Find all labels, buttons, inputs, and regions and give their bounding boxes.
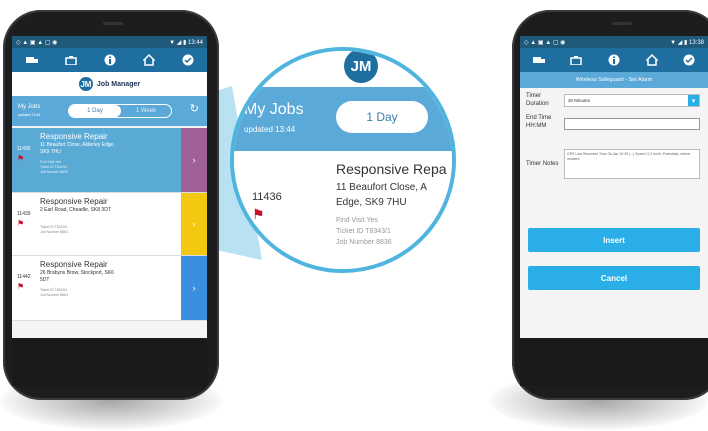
tab-1day[interactable]: 1 Day <box>69 105 121 117</box>
job-manager-logo: JM <box>344 51 378 83</box>
jobs-title: My Jobs <box>18 104 41 110</box>
job-title: Responsive Repair <box>40 132 108 141</box>
alarm-title: Wireless Safeguard - Set Alarm <box>520 72 708 88</box>
job-row[interactable]: 11439 ⚑ Responsive Repair 2 Earl Road, C… <box>12 193 207 256</box>
truck-icon[interactable] <box>532 54 545 67</box>
timer-notes-textarea[interactable]: GPS Last Recorded Time 06-Jan 10:36 (...… <box>564 149 700 179</box>
job-row[interactable]: 11436 ⚑ Responsive Repair 11 Beaufort Cl… <box>12 128 207 193</box>
zoom-job-address: 11 Beaufort Close, A <box>336 182 427 193</box>
zoom-brand: JM <box>234 51 452 87</box>
job-number: 11436 <box>17 146 31 152</box>
timer-duration-value: 30 Minutes <box>568 98 591 103</box>
status-bar: ◇ ▲ ▣ ▲ ▢ ◉ ▼ ◢ ▮ 13:44 <box>12 36 207 48</box>
flag-icon: ⚑ <box>252 206 265 222</box>
navigation-bar <box>520 338 708 386</box>
zoom-jobs-header: My Jobs updated 13:44 1 Day <box>234 87 452 151</box>
jobs-header: My Jobs updated 13:44 1 Day 1 Week ↻ <box>12 96 207 126</box>
insert-button[interactable]: Insert <box>528 228 700 252</box>
zoom-jobs-updated: updated 13:44 <box>244 125 296 134</box>
job-meta: Ticket ID T8343/1 Job Number 8863 <box>40 288 68 298</box>
timer-notes-label: Timer Notes <box>526 161 559 167</box>
zoom-job-title: Responsive Repa <box>336 161 447 177</box>
info-icon[interactable] <box>607 54 620 67</box>
zoom-meta-line: Find Visit Yes <box>336 217 378 224</box>
timer-duration-select[interactable]: 30 Minutes ▾ <box>564 94 700 107</box>
job-meta-line: Job Number 8836 <box>40 170 68 174</box>
job-meta: Find Visit Yes Ticket ID T8343/1 Job Num… <box>40 160 68 175</box>
truck-icon[interactable] <box>25 54 38 67</box>
job-number: 11439 <box>17 211 31 217</box>
brand-header: JM Job Manager <box>12 72 207 96</box>
phone-right: ◇ ▲ ▣ ▲ ▢ ◉ ▼ ◢ ▮ 13:38 Wireless Safegua… <box>512 10 708 400</box>
chevron-right-icon[interactable]: › <box>181 128 207 192</box>
status-left-icons: ◇ ▲ ▣ ▲ ▢ ◉ <box>524 39 566 46</box>
job-title: Responsive Repair <box>40 260 108 269</box>
navigation-bar <box>12 338 207 386</box>
zoom-meta-line: Ticket ID T8343/1 <box>336 228 391 235</box>
job-address: 26 Brabyns Brow, Stockport, SK6 5DT <box>40 270 114 283</box>
brand-name: Job Manager <box>96 80 141 88</box>
zoom-job-number: 11436 <box>252 191 282 203</box>
job-address: 11 Beaufort Close, Alderley Edge, SK9 7H… <box>40 142 115 155</box>
status-left-icons: ◇ ▲ ▣ ▲ ▢ ◉ <box>16 39 58 46</box>
flag-icon: ⚑ <box>17 219 25 228</box>
cancel-button[interactable]: Cancel <box>528 266 700 290</box>
jobs-updated: updated 13:44 <box>18 113 41 117</box>
info-icon[interactable] <box>103 54 116 67</box>
zoom-jobs-title: My Jobs <box>244 101 304 118</box>
zoom-tab-1day[interactable]: 1 Day <box>336 101 428 133</box>
job-manager-logo: JM <box>78 77 93 91</box>
flag-icon: ⚑ <box>17 282 25 291</box>
check-icon[interactable] <box>181 54 194 67</box>
zoom-job-meta: Find Visit Yes Ticket ID T8343/1 Job Num… <box>336 215 392 248</box>
chevron-right-icon[interactable]: › <box>181 256 207 320</box>
chevron-right-icon[interactable]: › <box>181 193 207 255</box>
speaker-grille <box>103 22 123 25</box>
chevron-down-icon[interactable]: ▾ <box>688 95 699 106</box>
zoom-meta-line: Job Number 8836 <box>336 239 392 246</box>
end-time-input[interactable] <box>564 118 700 130</box>
status-right: ▼ ◢ ▮ 13:44 <box>169 39 203 46</box>
zoom-magnifier: JM My Jobs updated 13:44 1 Day 11436 ⚑ R… <box>230 47 456 273</box>
job-meta-line: Job Number 8863 <box>40 293 68 297</box>
job-meta: Ticket ID T8343/1 Job Number 8863 <box>40 225 68 235</box>
check-icon[interactable] <box>683 54 696 67</box>
timer-duration-label: Timer Duration <box>526 93 549 107</box>
toolbar <box>12 48 207 72</box>
status-right: ▼ ◢ ▮ 13:38 <box>670 39 704 46</box>
end-time-label: End Time HH:MM <box>526 115 552 129</box>
job-row[interactable]: 11442 ⚑ Responsive Repair 26 Brabyns Bro… <box>12 256 207 321</box>
home-icon[interactable] <box>645 54 658 67</box>
job-address: 2 Earl Road, Cheadle, SK8 3DT <box>40 207 111 213</box>
phone-left: ◇ ▲ ▣ ▲ ▢ ◉ ▼ ◢ ▮ 13:44 JM Job Manager M… <box>3 10 219 400</box>
status-bar: ◇ ▲ ▣ ▲ ▢ ◉ ▼ ◢ ▮ 13:38 <box>520 36 708 48</box>
job-number: 11442 <box>17 274 31 280</box>
briefcase-icon[interactable] <box>64 54 77 67</box>
screen-right: ◇ ▲ ▣ ▲ ▢ ◉ ▼ ◢ ▮ 13:38 Wireless Safegua… <box>520 36 708 386</box>
zoom-job-row[interactable]: 11436 ⚑ Responsive Repa 11 Beaufort Clos… <box>234 151 452 269</box>
period-segmented: 1 Day 1 Week <box>68 104 172 118</box>
flag-icon: ⚑ <box>17 154 25 163</box>
refresh-icon[interactable]: ↻ <box>190 102 199 115</box>
tab-1week[interactable]: 1 Week <box>121 105 171 117</box>
zoom-job-address: Edge, SK9 7HU <box>336 197 407 208</box>
job-title: Responsive Repair <box>40 197 108 206</box>
job-meta-line: Job Number 8863 <box>40 230 68 234</box>
speaker-grille <box>612 22 632 25</box>
toolbar <box>520 48 708 72</box>
briefcase-icon[interactable] <box>570 54 583 67</box>
screen-left: ◇ ▲ ▣ ▲ ▢ ◉ ▼ ◢ ▮ 13:44 JM Job Manager M… <box>12 36 207 386</box>
home-icon[interactable] <box>142 54 155 67</box>
